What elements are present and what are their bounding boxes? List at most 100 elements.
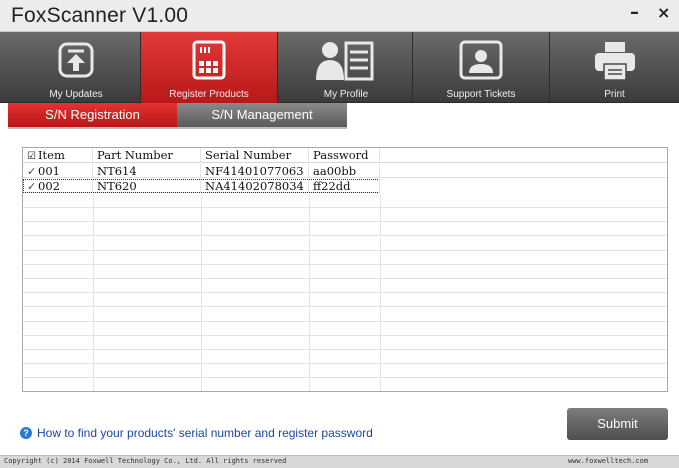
grid-column-line	[309, 236, 310, 251]
table-row[interactable]: ✓ 001 NT614 NF41401077063 aa00bb	[23, 164, 667, 178]
toolbar-my-updates[interactable]: My Updates	[8, 32, 144, 103]
grid-column-line	[201, 378, 202, 391]
grid-column-line	[93, 307, 94, 322]
row-checkbox[interactable]: ✓	[27, 165, 38, 178]
toolbar-label: My Profile	[323, 89, 369, 100]
grid-column-line	[93, 236, 94, 251]
column-header-part-number[interactable]: Part Number	[93, 148, 201, 163]
grid-column-line	[380, 250, 381, 265]
help-link[interactable]: ? How to find your products' serial numbe…	[20, 426, 373, 440]
grid-column-line	[380, 208, 381, 223]
toolbar-my-profile[interactable]: My Profile	[278, 32, 414, 103]
copyright-text: Copyright (c) 2014 Foxwell Technology Co…	[4, 457, 287, 465]
grid-column-line	[380, 194, 381, 208]
toolbar-print[interactable]: Print	[550, 32, 679, 103]
status-bar: Copyright (c) 2014 Foxwell Technology Co…	[0, 455, 679, 468]
grid-column-line	[309, 279, 310, 294]
grid-column-line	[201, 236, 202, 251]
grid-column-line	[93, 194, 94, 208]
grid-column-line	[201, 265, 202, 279]
submit-button[interactable]: Submit	[567, 408, 668, 440]
grid-column-line	[309, 208, 310, 223]
column-header-serial-number[interactable]: Serial Number	[201, 148, 309, 163]
toolbar-label: Register Products	[169, 89, 249, 100]
toolbar-register-products[interactable]: Register Products	[141, 32, 277, 103]
tab-bar: S/N Registration S/N Management	[0, 103, 679, 129]
serial-number-cell[interactable]: NA41402078034	[201, 179, 309, 193]
empty-table-row	[23, 279, 667, 294]
item-value: 001	[38, 164, 60, 178]
grid-column-line	[201, 293, 202, 308]
empty-table-row	[23, 364, 667, 379]
empty-table-row	[23, 350, 667, 365]
column-header-password[interactable]: Password	[309, 148, 380, 163]
grid-column-line	[93, 350, 94, 365]
main-toolbar: My Updates Register Products My Profile …	[0, 32, 679, 103]
help-icon: ?	[20, 427, 32, 439]
empty-table-row	[23, 265, 667, 279]
empty-table-row	[23, 378, 667, 391]
password-cell[interactable]: ff22dd	[309, 179, 380, 193]
row-checkbox[interactable]: ✓	[27, 180, 38, 193]
empty-table-row	[23, 194, 667, 208]
table-row[interactable]: ✓ 002 NT620 NA41402078034 ff22dd	[23, 179, 380, 193]
part-number-cell[interactable]: NT620	[93, 179, 201, 193]
grid-column-line	[380, 293, 381, 308]
grid-column-line	[93, 364, 94, 379]
grid-column-line	[201, 336, 202, 350]
table-header: ☑ Item Part Number Serial Number Password	[23, 148, 667, 163]
grid-column-line	[93, 222, 94, 237]
support-icon	[459, 40, 503, 85]
grid-column-line	[309, 222, 310, 237]
title-bar: FoxScanner V1.00 – ×	[0, 0, 679, 32]
item-value: 002	[38, 179, 60, 193]
register-icon	[192, 40, 226, 85]
serial-number-cell[interactable]: NF41401077063	[201, 164, 309, 178]
minimize-button[interactable]: –	[630, 2, 639, 23]
grid-column-line	[380, 364, 381, 379]
grid-column-line	[201, 250, 202, 265]
registration-table[interactable]: ☑ Item Part Number Serial Number Password…	[22, 147, 668, 392]
grid-column-line	[93, 321, 94, 336]
grid-column-line	[380, 222, 381, 237]
grid-column-line	[309, 293, 310, 308]
app-title: FoxScanner V1.00	[11, 4, 189, 27]
empty-table-row	[23, 222, 667, 237]
password-cell[interactable]: aa00bb	[309, 164, 380, 178]
grid-column-line	[380, 265, 381, 279]
grid-column-line	[380, 321, 381, 336]
select-all-checkbox[interactable]: ☑	[27, 149, 38, 164]
item-cell[interactable]: ✓ 001	[23, 164, 93, 178]
profile-icon	[316, 40, 376, 87]
printer-icon	[593, 40, 637, 87]
grid-column-line	[201, 350, 202, 365]
grid-column-line	[93, 378, 94, 391]
column-label: Item	[38, 148, 65, 162]
grid-column-line	[309, 194, 310, 208]
grid-column-line	[201, 194, 202, 208]
grid-column-line	[201, 208, 202, 223]
grid-column-line	[309, 336, 310, 350]
part-number-cell[interactable]: NT614	[93, 164, 201, 178]
grid-column-line	[380, 236, 381, 251]
close-button[interactable]: ×	[657, 3, 670, 22]
item-cell[interactable]: ✓ 002	[23, 179, 93, 193]
grid-column-line	[93, 208, 94, 223]
grid-column-line	[380, 307, 381, 322]
grid-column-line	[93, 279, 94, 294]
upload-icon	[56, 40, 96, 85]
grid-column-line	[380, 279, 381, 294]
grid-column-line	[380, 350, 381, 365]
help-link-text: How to find your products' serial number…	[37, 426, 373, 440]
grid-column-line	[201, 222, 202, 237]
grid-column-line	[380, 378, 381, 391]
toolbar-support-tickets[interactable]: Support Tickets	[413, 32, 549, 103]
empty-table-row	[23, 250, 667, 265]
grid-column-line	[201, 364, 202, 379]
grid-column-line	[201, 307, 202, 322]
tab-sn-management[interactable]: S/N Management	[177, 103, 347, 127]
tab-sn-registration[interactable]: S/N Registration	[8, 103, 177, 127]
grid-column-line	[309, 364, 310, 379]
website-text: www.foxwelltech.com	[568, 457, 649, 465]
column-header-item[interactable]: ☑ Item	[23, 148, 93, 163]
